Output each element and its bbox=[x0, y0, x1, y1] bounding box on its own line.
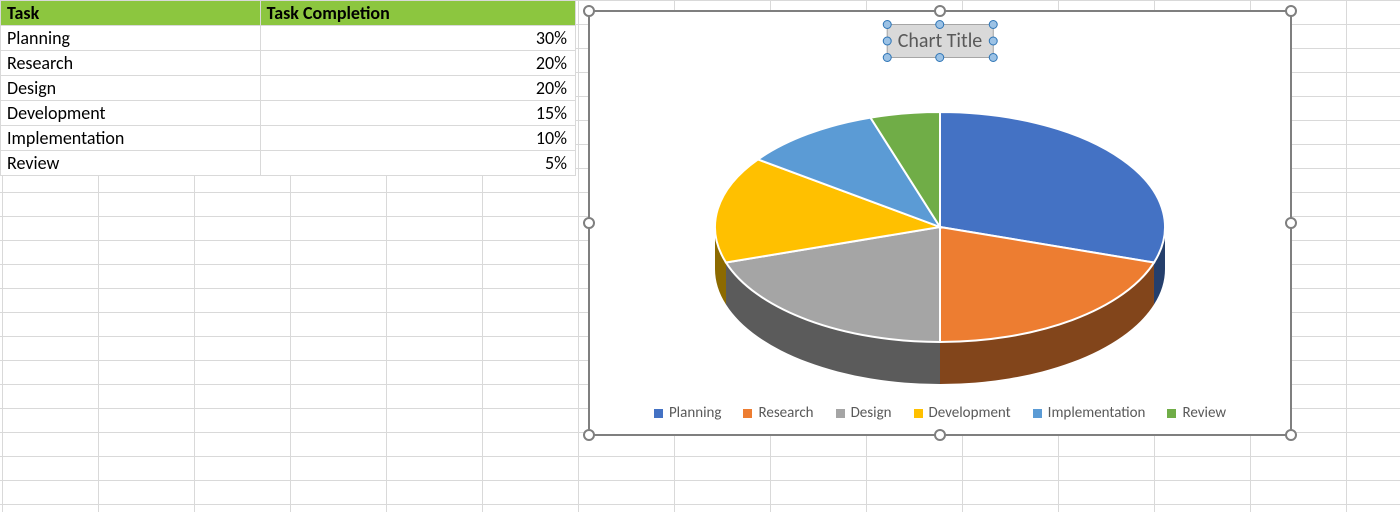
legend-swatch-icon bbox=[836, 409, 845, 418]
legend-label: Development bbox=[929, 404, 1011, 422]
table-header-row[interactable]: Task Task Completion bbox=[1, 1, 576, 26]
resize-handle-icon[interactable] bbox=[1285, 217, 1297, 229]
header-task[interactable]: Task bbox=[1, 1, 261, 26]
table-row[interactable]: Implementation10% bbox=[1, 126, 576, 151]
cell-task[interactable]: Review bbox=[1, 151, 261, 176]
selection-handle-icon[interactable] bbox=[988, 37, 997, 46]
chart-object[interactable]: Chart Title Planning Research Design Develo… bbox=[588, 10, 1292, 436]
resize-handle-icon[interactable] bbox=[1285, 5, 1297, 17]
resize-handle-icon[interactable] bbox=[1285, 429, 1297, 441]
legend-swatch-icon bbox=[743, 409, 752, 418]
selection-handle-icon[interactable] bbox=[988, 20, 997, 29]
selection-handle-icon[interactable] bbox=[988, 53, 997, 62]
chart-legend[interactable]: Planning Research Design Development Impleme… bbox=[590, 404, 1290, 422]
task-completion-table[interactable]: Task Task Completion Planning30% Researc… bbox=[0, 0, 576, 176]
resize-handle-icon[interactable] bbox=[583, 5, 595, 17]
cell-pct[interactable]: 20% bbox=[260, 76, 575, 101]
legend-item[interactable]: Review bbox=[1167, 404, 1226, 422]
cell-pct[interactable]: 5% bbox=[260, 151, 575, 176]
resize-handle-icon[interactable] bbox=[583, 217, 595, 229]
cell-task[interactable]: Development bbox=[1, 101, 261, 126]
cell-task[interactable]: Research bbox=[1, 51, 261, 76]
legend-swatch-icon bbox=[654, 409, 663, 418]
chart-title-text: Chart Title bbox=[898, 29, 983, 53]
legend-swatch-icon bbox=[1033, 409, 1042, 418]
table-row[interactable]: Review5% bbox=[1, 151, 576, 176]
table-row[interactable]: Development15% bbox=[1, 101, 576, 126]
legend-item[interactable]: Research bbox=[743, 404, 813, 422]
legend-label: Implementation bbox=[1048, 404, 1146, 422]
cell-task[interactable]: Planning bbox=[1, 26, 261, 51]
legend-swatch-icon bbox=[1167, 409, 1176, 418]
chart-title[interactable]: Chart Title bbox=[887, 24, 994, 58]
cell-task[interactable]: Design bbox=[1, 76, 261, 101]
cell-pct[interactable]: 15% bbox=[260, 101, 575, 126]
legend-item[interactable]: Design bbox=[836, 404, 892, 422]
legend-swatch-icon bbox=[914, 409, 923, 418]
cell-pct[interactable]: 30% bbox=[260, 26, 575, 51]
cell-task[interactable]: Implementation bbox=[1, 126, 261, 151]
selection-handle-icon[interactable] bbox=[883, 53, 892, 62]
legend-label: Research bbox=[758, 404, 813, 422]
selection-handle-icon[interactable] bbox=[883, 37, 892, 46]
pie-3d-chart[interactable] bbox=[700, 92, 1180, 392]
legend-item[interactable]: Development bbox=[914, 404, 1011, 422]
table-row[interactable]: Planning30% bbox=[1, 26, 576, 51]
spreadsheet-view: Task Task Completion Planning30% Researc… bbox=[0, 0, 1400, 512]
table-row[interactable]: Research20% bbox=[1, 51, 576, 76]
legend-item[interactable]: Implementation bbox=[1033, 404, 1146, 422]
resize-handle-icon[interactable] bbox=[583, 429, 595, 441]
header-completion[interactable]: Task Completion bbox=[260, 1, 575, 26]
legend-item[interactable]: Planning bbox=[654, 404, 722, 422]
selection-handle-icon[interactable] bbox=[883, 20, 892, 29]
resize-handle-icon[interactable] bbox=[934, 5, 946, 17]
legend-label: Planning bbox=[669, 404, 722, 422]
legend-label: Design bbox=[851, 404, 892, 422]
resize-handle-icon[interactable] bbox=[934, 429, 946, 441]
cell-pct[interactable]: 20% bbox=[260, 51, 575, 76]
selection-handle-icon[interactable] bbox=[936, 53, 945, 62]
legend-label: Review bbox=[1182, 404, 1226, 422]
table-row[interactable]: Design20% bbox=[1, 76, 576, 101]
cell-pct[interactable]: 10% bbox=[260, 126, 575, 151]
selection-handle-icon[interactable] bbox=[936, 20, 945, 29]
